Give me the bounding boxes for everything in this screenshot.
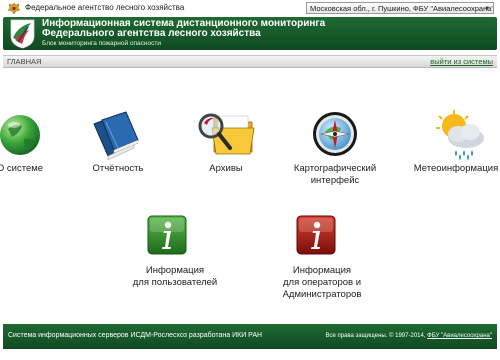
logout-link[interactable]: выйти из системы <box>430 57 493 66</box>
tile-info-operators[interactable]: Информация для операторов и Администрато… <box>272 214 372 306</box>
info-green-icon <box>147 215 187 255</box>
tile-map-interface[interactable]: Картографический интерфейс <box>288 105 382 189</box>
breadcrumb-home[interactable]: ГЛАВНАЯ <box>7 57 41 66</box>
agency-name: Федеральное агентство лесного хозяйства <box>25 3 185 12</box>
tile-label: Отчётность <box>92 163 144 174</box>
org-link[interactable]: ФБУ "Авиалесоохрана" <box>427 333 492 339</box>
tile-info-users[interactable]: Информация для пользователей <box>125 214 225 294</box>
region-select-value: Московская обл., г. Пушкино, ФБУ "Авиале… <box>310 4 494 13</box>
top-strip: Федеральное агентство лесного хозяйства … <box>0 0 500 17</box>
forest-agency-logo-icon <box>10 19 35 49</box>
info-red-icon <box>296 215 336 255</box>
tile-label: Архивы <box>209 163 243 174</box>
tile-label-line2: для пользователей <box>132 277 218 288</box>
compass-icon <box>313 112 357 156</box>
tile-label: О системе <box>0 163 44 174</box>
tile-label-line2: интерфейс <box>310 175 360 186</box>
chevron-down-icon: ▼ <box>484 6 490 12</box>
tile-meteo[interactable]: Метеоинформация <box>412 105 500 185</box>
folder-magnifier-icon <box>198 113 255 155</box>
tile-label-line2: для операторов и <box>282 277 362 288</box>
tile-label: Метеоинформация <box>413 163 499 174</box>
footer-credits: Система информационных серверов ИСДМ-Рос… <box>8 332 263 339</box>
books-icon <box>93 111 139 160</box>
tile-label-line1: Информация <box>145 265 205 276</box>
globe-icon <box>0 115 40 155</box>
tile-reports[interactable]: Отчётность <box>82 105 154 185</box>
weather-icon <box>436 110 484 160</box>
tile-label-line1: Картографический <box>293 163 377 174</box>
tile-about-system[interactable]: О системе <box>0 105 52 185</box>
app-header: Информационная система дистанционного мо… <box>3 17 497 50</box>
tile-label-line1: Информация <box>292 265 352 276</box>
footer-copyright: Все права защищены. © 1997-2014, ФБУ "Ав… <box>325 333 492 339</box>
breadcrumb-bar: ГЛАВНАЯ выйти из системы <box>3 55 497 68</box>
tile-archives[interactable]: Архивы <box>188 105 264 185</box>
app-footer: Система информационных серверов ИСДМ-Рос… <box>3 324 497 349</box>
tile-label-line3: Администраторов <box>282 289 362 300</box>
region-select[interactable]: Московская обл., г. Пушкино, ФБУ "Авиале… <box>306 2 494 14</box>
copyright-text: Все права защищены. © 1997-2014, <box>325 333 426 339</box>
coat-of-arms-icon <box>7 2 21 15</box>
system-subtitle: Блок мониторинга пожарной опасности <box>42 40 161 47</box>
system-title-line2: Федерального агентства лесного хозяйства <box>42 28 261 39</box>
